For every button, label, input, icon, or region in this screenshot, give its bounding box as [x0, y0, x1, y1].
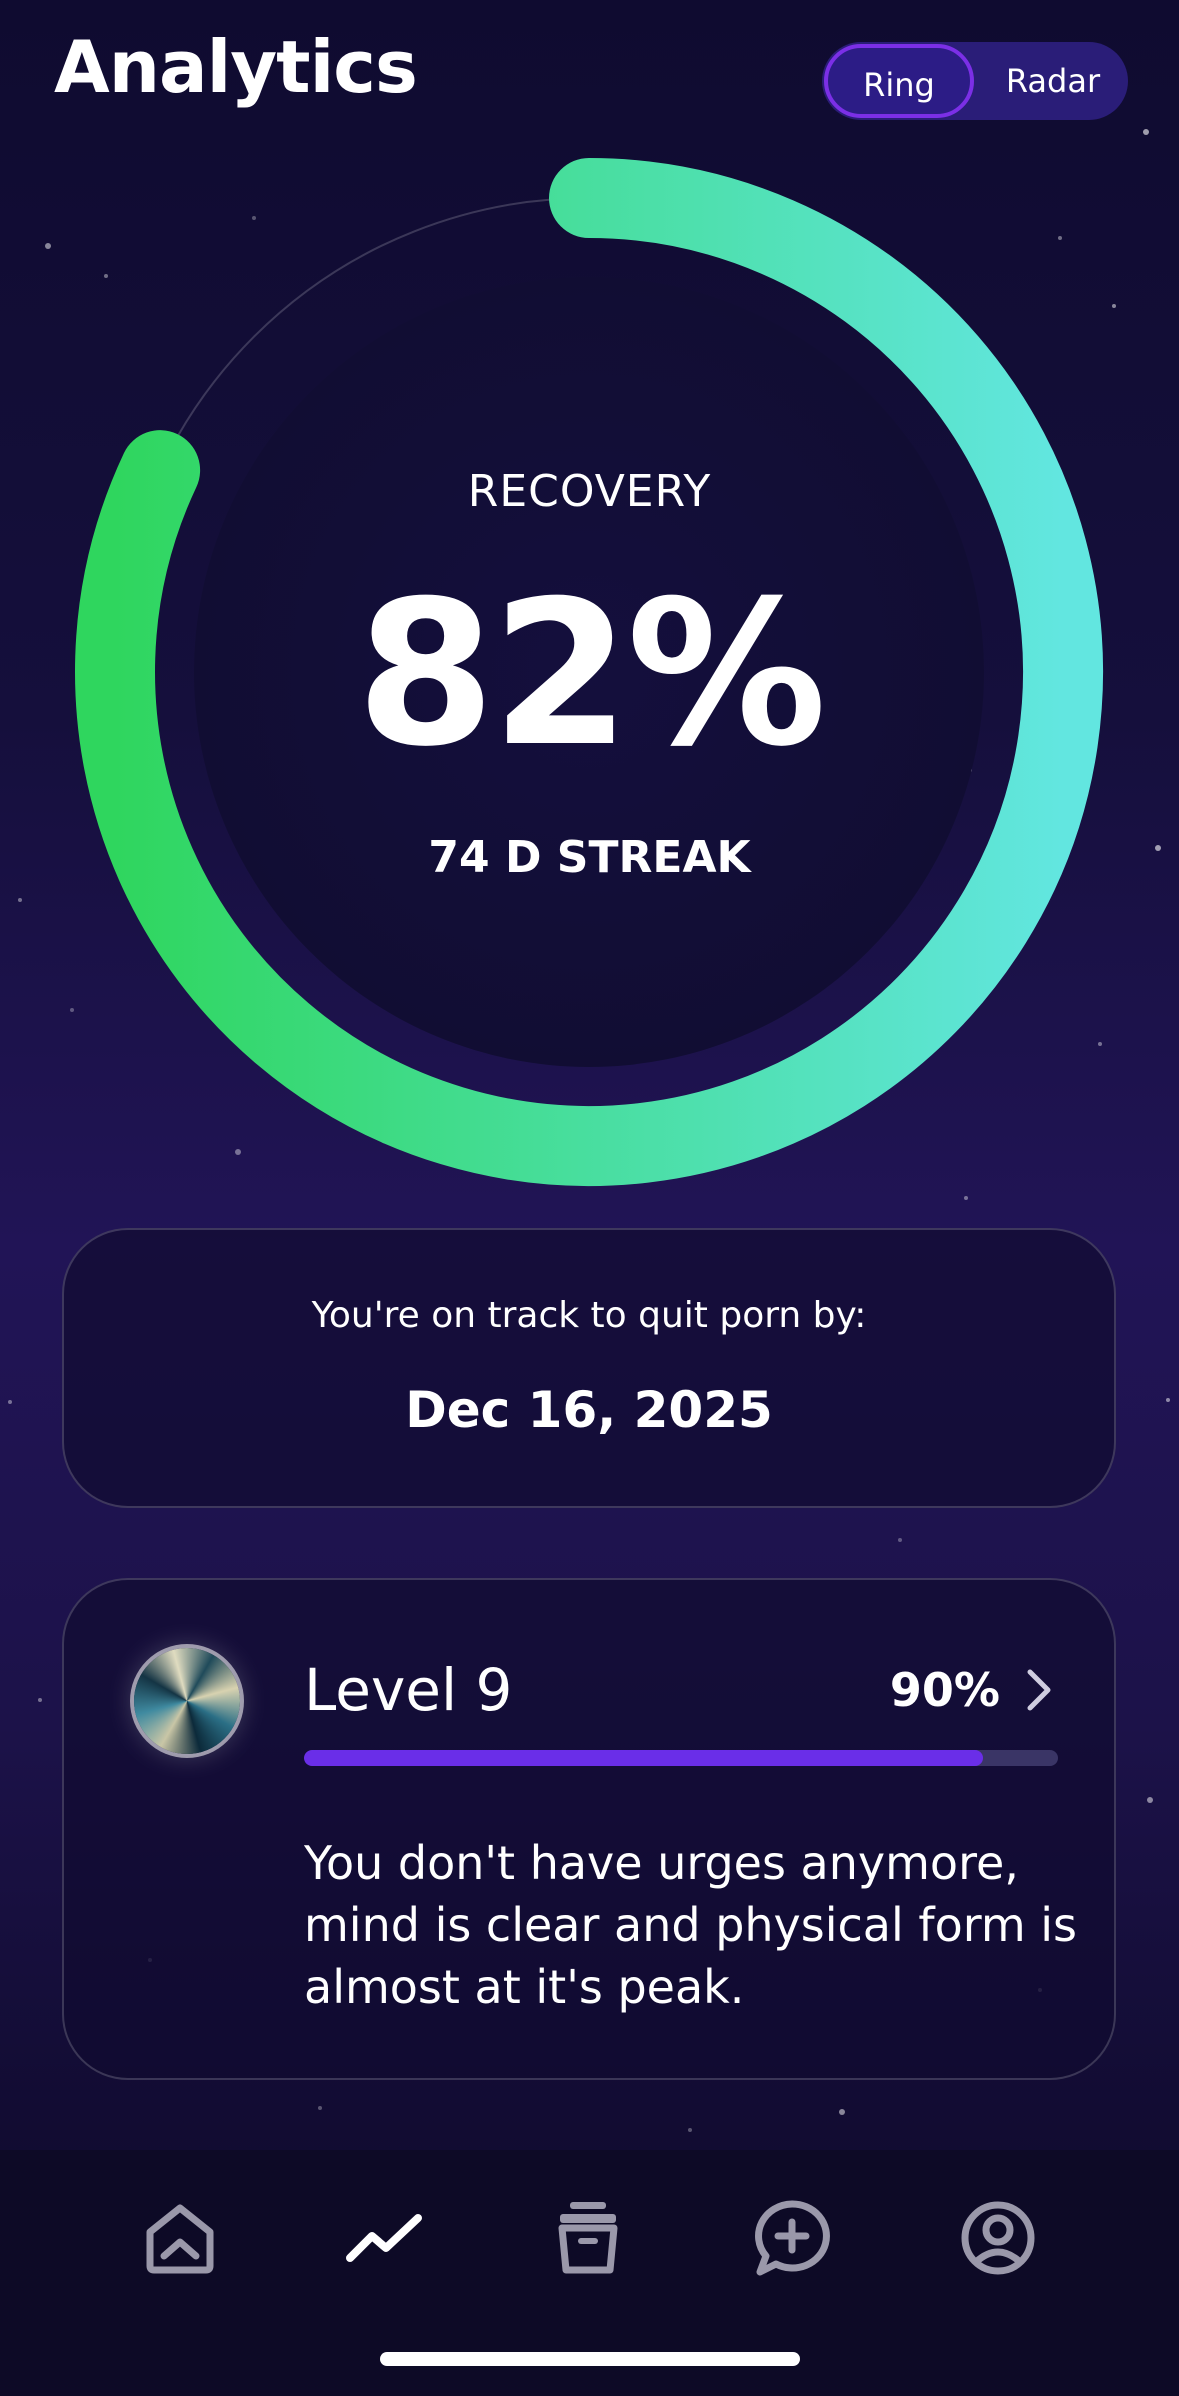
level-badge-icon — [134, 1648, 240, 1754]
home-indicator — [380, 2352, 800, 2366]
profile-icon[interactable] — [958, 2198, 1038, 2278]
page-title: Analytics — [54, 25, 418, 109]
level-card[interactable]: Level 9 90% You don't have urges anymore… — [62, 1578, 1116, 2080]
level-progress-bar — [304, 1750, 1058, 1766]
level-title: Level 9 — [304, 1656, 513, 1724]
recovery-label: RECOVERY — [467, 466, 712, 517]
recovery-percent: 82% — [356, 558, 827, 791]
quit-date-caption: You're on track to quit porn by: — [311, 1295, 867, 1336]
home-icon[interactable] — [140, 2198, 220, 2278]
quit-date-value: Dec 16, 2025 — [405, 1381, 773, 1439]
level-percent: 90% — [889, 1663, 1000, 1717]
level-description: You don't have urges anymore, mind is cl… — [304, 1836, 1078, 2014]
quit-date-card: You're on track to quit porn by: Dec 16,… — [62, 1228, 1116, 1508]
ring-toggle-button[interactable]: Ring — [824, 44, 974, 118]
view-toggle[interactable]: Ring Radar — [822, 42, 1128, 120]
level-progress-fill — [304, 1750, 983, 1766]
chevron-right-icon[interactable] — [1024, 1666, 1054, 1714]
streak-label: 74 D STREAK — [428, 832, 751, 883]
chat-add-icon[interactable] — [752, 2198, 832, 2278]
radar-toggle-button[interactable]: Radar — [980, 42, 1126, 120]
analytics-icon[interactable] — [344, 2198, 424, 2278]
archive-icon[interactable] — [548, 2198, 628, 2278]
